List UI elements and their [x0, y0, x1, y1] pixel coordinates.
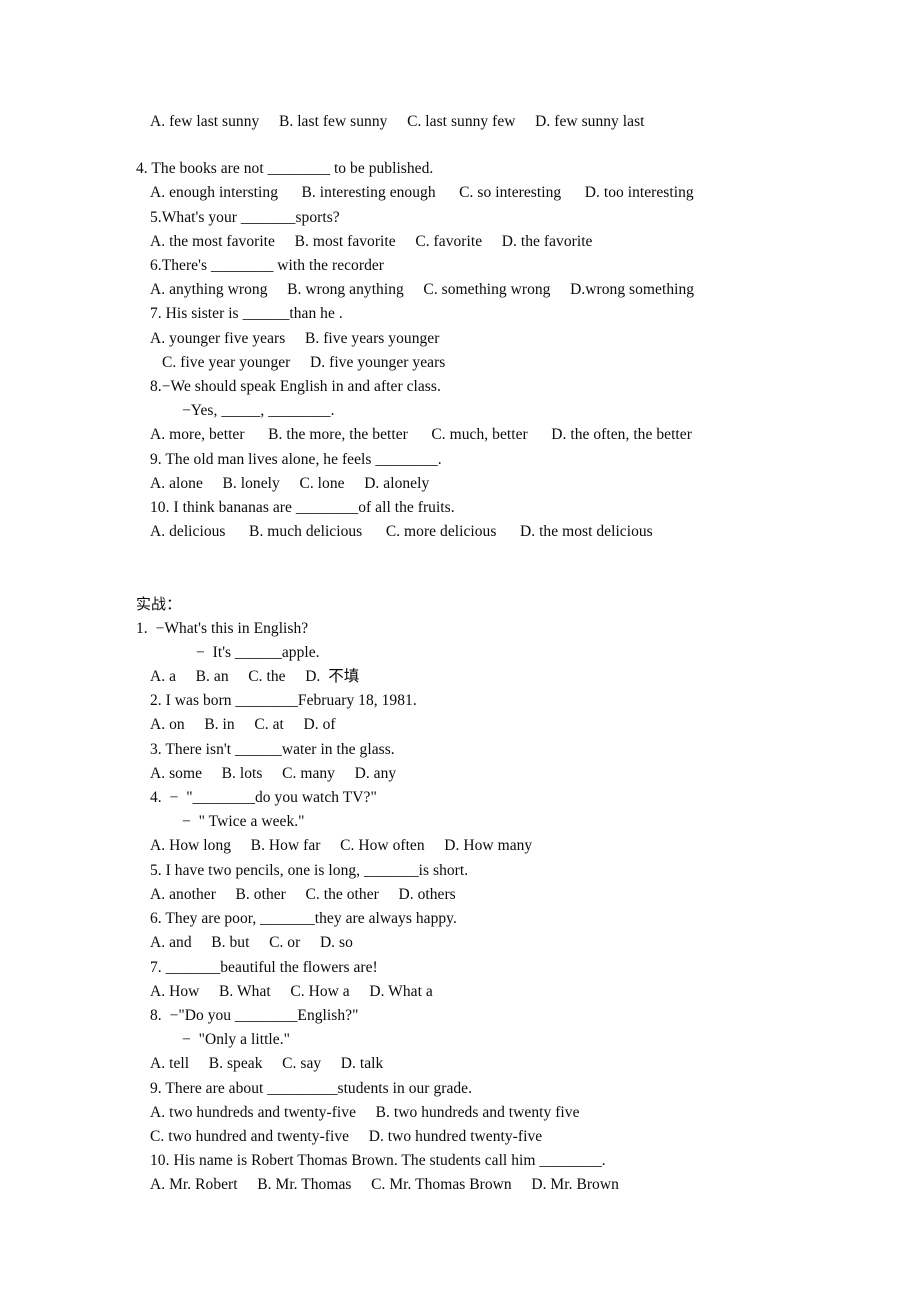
section-two-heading: 实战： [136, 595, 182, 614]
question-10-options: A. delicious B. much delicious C. more d… [150, 523, 653, 541]
practice-1-stem: 1. −What's this in English? [136, 619, 309, 637]
document-page: A. few last sunny B. last few sunny C. l… [0, 0, 920, 1302]
practice-1-options: A. a B. an C. the D. 不填 [150, 668, 360, 686]
question-7-options-ab: A. younger five years B. five years youn… [150, 329, 440, 347]
question-7-stem: 7. His sister is ______than he . [150, 305, 343, 323]
practice-7-options: A. How B. What C. How a D. What a [150, 982, 433, 1000]
section-divider-gap [136, 544, 836, 592]
practice-10-options: A. Mr. Robert B. Mr. Thomas C. Mr. Thoma… [150, 1176, 619, 1194]
practice-9-stem: 9. There are about _________students in … [150, 1079, 473, 1097]
question-9-stem: 9. The old man lives alone, he feels ___… [150, 450, 442, 468]
practice-5-options: A. another B. other C. the other D. othe… [150, 885, 456, 903]
practice-4-reply: − " Twice a week." [182, 813, 305, 831]
question-8-reply: −Yes, _____, ________. [182, 402, 335, 420]
question-6-options: A. anything wrong B. wrong anything C. s… [150, 281, 695, 299]
practice-2-options: A. on B. in C. at D. of [150, 716, 336, 734]
practice-2-stem: 2. I was born ________February 18, 1981. [150, 692, 417, 710]
question-4-options: A. enough intersting B. interesting enou… [150, 184, 694, 202]
question-4-stem: 4. The books are not ________ to be publ… [136, 160, 434, 178]
practice-7-stem: 7. _______beautiful the flowers are! [150, 958, 378, 976]
question-10-stem: 10. I think bananas are ________of all t… [150, 499, 455, 517]
practice-3-stem: 3. There isn't ______water in the glass. [150, 740, 395, 758]
question-7-options-cd: C. five year younger D. five younger yea… [162, 353, 446, 371]
question-8-options: A. more, better B. the more, the better … [150, 426, 692, 444]
practice-6-options: A. and B. but C. or D. so [150, 934, 353, 952]
orphan-options-line: A. few last sunny B. last few sunny C. l… [150, 113, 645, 130]
practice-5-stem: 5. I have two pencils, one is long, ____… [150, 861, 469, 879]
practice-4-stem: 4. − "________do you watch TV?" [150, 789, 377, 807]
practice-8-reply: − "Only a little." [182, 1031, 291, 1049]
practice-3-options: A. some B. lots C. many D. any [150, 764, 397, 782]
question-6-stem: 6.There's ________ with the recorder [150, 257, 385, 275]
practice-9-options-cd: C. two hundred and twenty-five D. two hu… [150, 1127, 543, 1145]
practice-8-stem: 8. −"Do you ________English?" [150, 1006, 359, 1024]
question-5-options: A. the most favorite B. most favorite C.… [150, 232, 593, 250]
question-8-stem: 8.−We should speak English in and after … [150, 378, 441, 396]
document-body: A. few last sunny B. last few sunny C. l… [136, 110, 836, 1198]
practice-1-reply: − It's ______apple. [196, 643, 320, 661]
question-5-stem: 5.What's your _______sports? [150, 208, 340, 226]
practice-6-stem: 6. They are poor, _______they are always… [150, 910, 457, 928]
practice-10-stem: 10. His name is Robert Thomas Brown. The… [150, 1152, 606, 1170]
practice-9-options-ab: A. two hundreds and twenty-five B. two h… [150, 1103, 580, 1121]
question-9-options: A. alone B. lonely C. lone D. alonely [150, 474, 430, 492]
practice-4-options: A. How long B. How far C. How often D. H… [150, 837, 533, 855]
practice-8-options: A. tell B. speak C. say D. talk [150, 1055, 384, 1073]
